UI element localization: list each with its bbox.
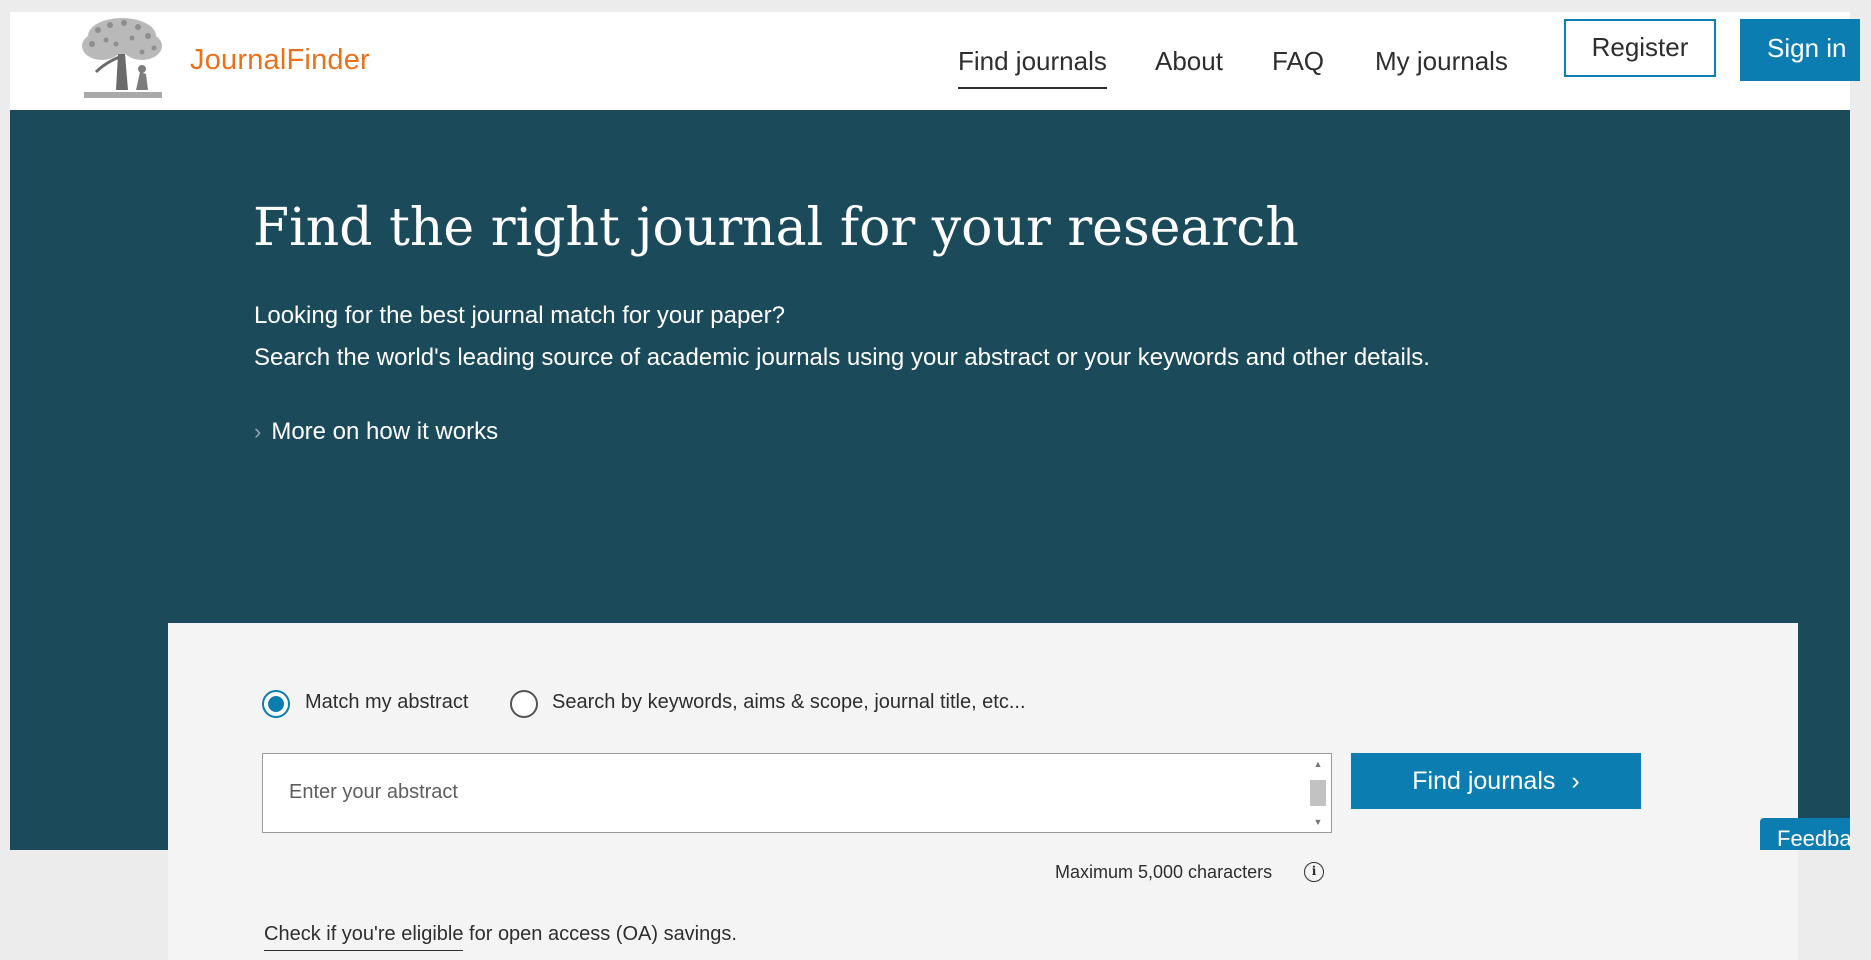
info-icon[interactable]: i [1304,862,1324,882]
scroll-thumb[interactable] [1310,780,1326,806]
hero-subtitle-line2: Search the world's leading source of aca… [254,344,1430,371]
hero-section: Find the right journal for your research… [10,110,1850,960]
more-link-label: More on how it works [271,418,499,445]
radio-search-keywords[interactable] [510,690,538,718]
more-on-how-it-works-link[interactable]: › More on how it works [254,418,498,446]
brand-name[interactable]: JournalFinder [190,44,370,77]
find-journals-button[interactable]: Find journals › [1351,753,1641,809]
page-title: Find the right journal for your research [253,198,1299,258]
site-header: JournalFinder Find journals About FAQ My… [10,12,1860,110]
hero-subtitle-line1: Looking for the best journal match for y… [254,302,785,329]
nav-about[interactable]: About [1155,46,1223,77]
abstract-input[interactable] [263,754,1303,832]
nav-find-journals[interactable]: Find journals [958,46,1107,89]
radio-match-abstract-label[interactable]: Match my abstract [305,691,468,714]
scroll-up-arrow-icon[interactable]: ▲ [1307,756,1329,772]
open-access-savings-text: for open access (OA) savings. [463,923,737,945]
sign-in-button[interactable]: Sign in [1740,19,1860,81]
elsevier-tree-icon[interactable] [76,14,168,104]
find-journals-label: Find journals [1412,767,1556,795]
check-eligibility-link[interactable]: Check if you're eligible [264,923,464,951]
register-button[interactable]: Register [1564,19,1716,77]
radio-match-abstract[interactable] [262,690,290,718]
open-access-eligibility-text: Check if you're eligible for open access… [264,923,737,951]
chevron-right-icon: › [1571,767,1580,795]
abstract-field: ▲ ▼ [262,753,1332,833]
feedback-button[interactable]: Feedback [1760,818,1850,850]
max-characters-hint: Maximum 5,000 characters [1055,862,1273,882]
radio-search-keywords-label[interactable]: Search by keywords, aims & scope, journa… [552,691,1026,714]
nav-faq[interactable]: FAQ [1272,46,1324,77]
abstract-scrollbar[interactable]: ▲ ▼ [1307,756,1329,830]
scroll-down-arrow-icon[interactable]: ▼ [1307,814,1329,830]
nav-my-journals[interactable]: My journals [1375,46,1508,77]
chevron-right-icon: › [254,419,262,444]
search-panel: Match my abstract Search by keywords, ai… [168,623,1798,960]
